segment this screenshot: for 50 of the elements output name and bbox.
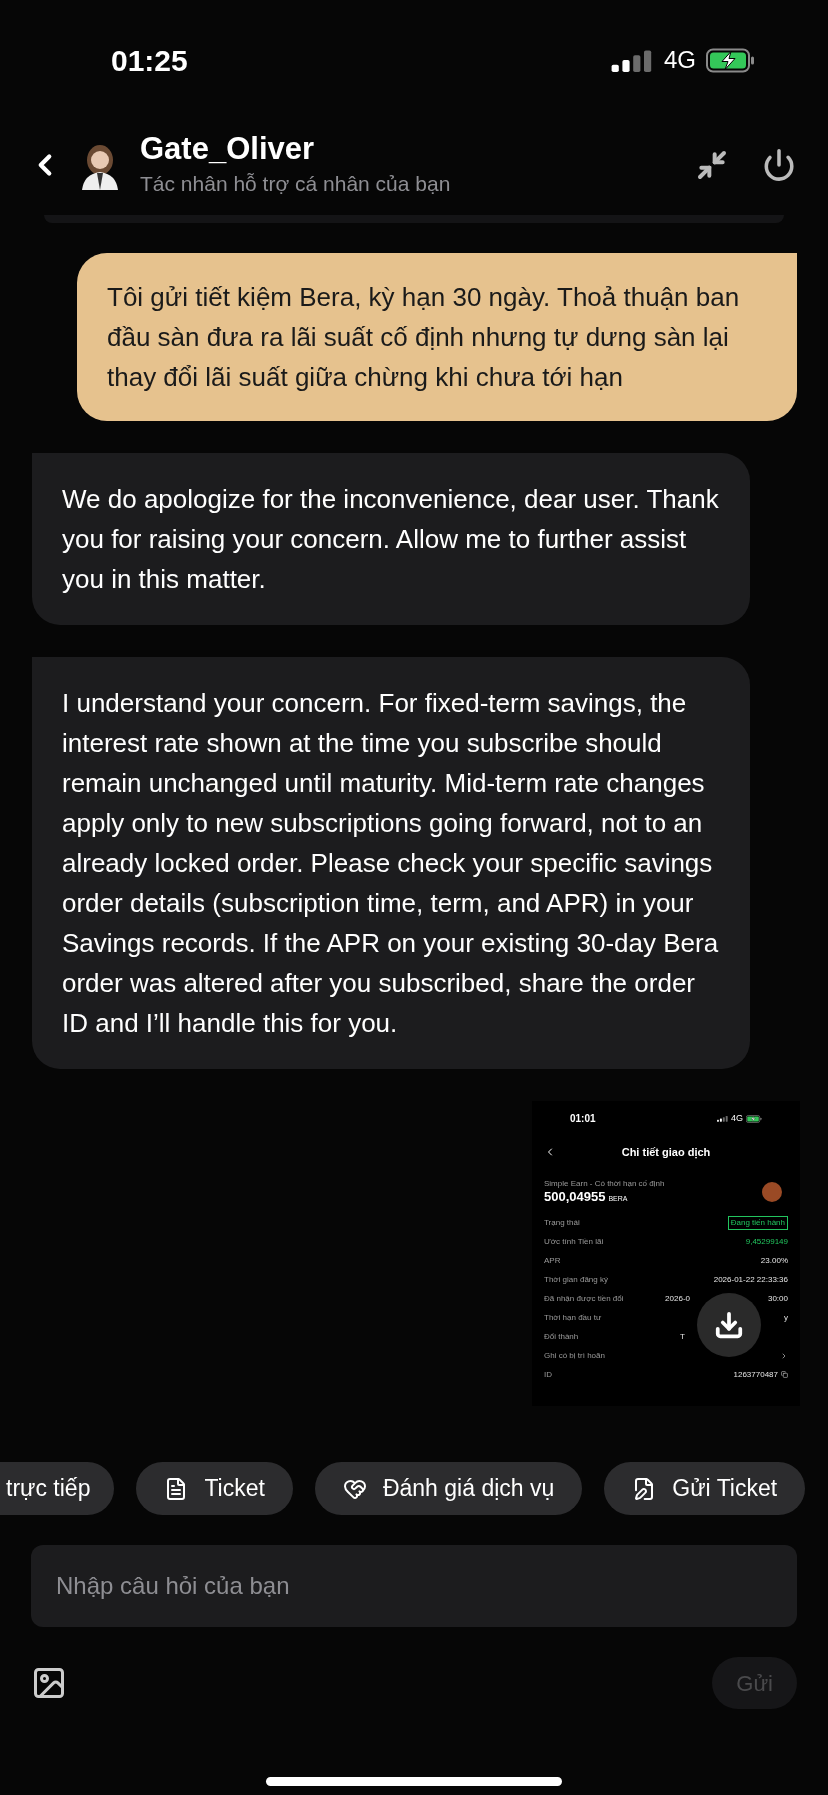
- detail-value: 30:00: [766, 1292, 788, 1305]
- detail-label: Ghi có bị trì hoãn: [544, 1349, 605, 1362]
- user-message: Tôi gửi tiết kiệm Bera, kỳ hạn 30 ngày. Thoả thuận ban đầu sàn đưa ra lãi suất cố định nhưng tự dưng sàn lại thay đổi lãi suất giữa chừng khi chưa tới hạn: [77, 253, 797, 421]
- battery-charging-icon: [746, 1114, 762, 1123]
- detail-value: y: [783, 1311, 788, 1324]
- screenshot-time: 01:01: [570, 1112, 596, 1126]
- screenshot-title: Chi tiết giao dịch: [620, 1145, 712, 1161]
- detail-value: 2026-01-22 22:33:36: [713, 1273, 788, 1286]
- quick-action-chip[interactable]: trực tiếp: [0, 1462, 115, 1515]
- quick-action-chip[interactable]: Ticket: [136, 1462, 293, 1515]
- amount: 500,04955: [544, 1188, 606, 1205]
- status-time: 01:25: [111, 42, 188, 79]
- power-icon: [762, 148, 796, 182]
- status-badge: Đang tiến hành: [727, 1215, 788, 1230]
- agent-name: Gate_Oliver: [140, 130, 316, 168]
- network-label: 4G: [664, 45, 696, 75]
- detail-value: 9,45299149: [745, 1235, 788, 1248]
- quick-action-chip[interactable]: Gửi Ticket: [604, 1462, 806, 1515]
- question-field[interactable]: Nhập câu hỏi của bạn: [31, 1545, 797, 1627]
- signal-icon: [717, 1115, 728, 1122]
- power-button[interactable]: [762, 148, 796, 182]
- screenshot-network: 4G: [731, 1111, 743, 1125]
- bot-message: I understand your concern. For fixed-term savings, the interest rate shown at the time you subscribe should remain unchanged until maturity. Mid-term rate changes apply only to new subscriptions going forward, not to an already locked order. Please check your specific savings order details (subscription time, term, and APR) in your Savings records. If the APR on your existing 30-day Bera order was altered after you subscribed, share the order ID and I’ll handle this for you.: [32, 657, 750, 1069]
- minimize-icon: [696, 149, 728, 181]
- battery-charging-icon: [706, 47, 756, 73]
- image-button[interactable]: [31, 1665, 67, 1701]
- quick-action-chip[interactable]: Đánh giá dịch vụ: [314, 1462, 583, 1515]
- detail-label: Trạng thái: [544, 1216, 580, 1229]
- product-label: Simple Earn - Có thời hạn cố định: [544, 1178, 665, 1189]
- agent-subtitle: Tác nhân hỗ trợ cá nhân của bạn: [140, 171, 452, 197]
- detail-value: 2026-0: [665, 1292, 690, 1305]
- detail-label: Đã nhận được tiền đổi: [544, 1292, 624, 1305]
- coin-icon: [762, 1181, 782, 1202]
- detail-label: Thời hạn đầu tư: [544, 1311, 602, 1324]
- chevron-right-icon: [780, 1351, 788, 1360]
- detail-label: Đổi thành: [544, 1330, 579, 1343]
- bot-message: We do apologize for the inconvenience, dear user. Thank you for raising your concern. Allow me to further assist you in this matter.: [32, 453, 750, 625]
- detail-value: 23.00%: [760, 1254, 788, 1267]
- detail-label: ID: [544, 1368, 552, 1381]
- signal-icon: [610, 48, 654, 72]
- detail-label: APR: [544, 1254, 561, 1267]
- minimize-button[interactable]: [696, 149, 728, 181]
- screenshot-image[interactable]: [532, 1101, 800, 1406]
- download-icon: [714, 1309, 744, 1340]
- detail-value: T: [680, 1330, 685, 1343]
- image-icon: [31, 1665, 67, 1701]
- detail-label: Thời gian đăng ký: [544, 1273, 608, 1286]
- copy-icon: [781, 1371, 788, 1378]
- detail-label: Ước tính Tiền lãi: [544, 1235, 604, 1248]
- detail-value: 1263770487: [733, 1368, 778, 1381]
